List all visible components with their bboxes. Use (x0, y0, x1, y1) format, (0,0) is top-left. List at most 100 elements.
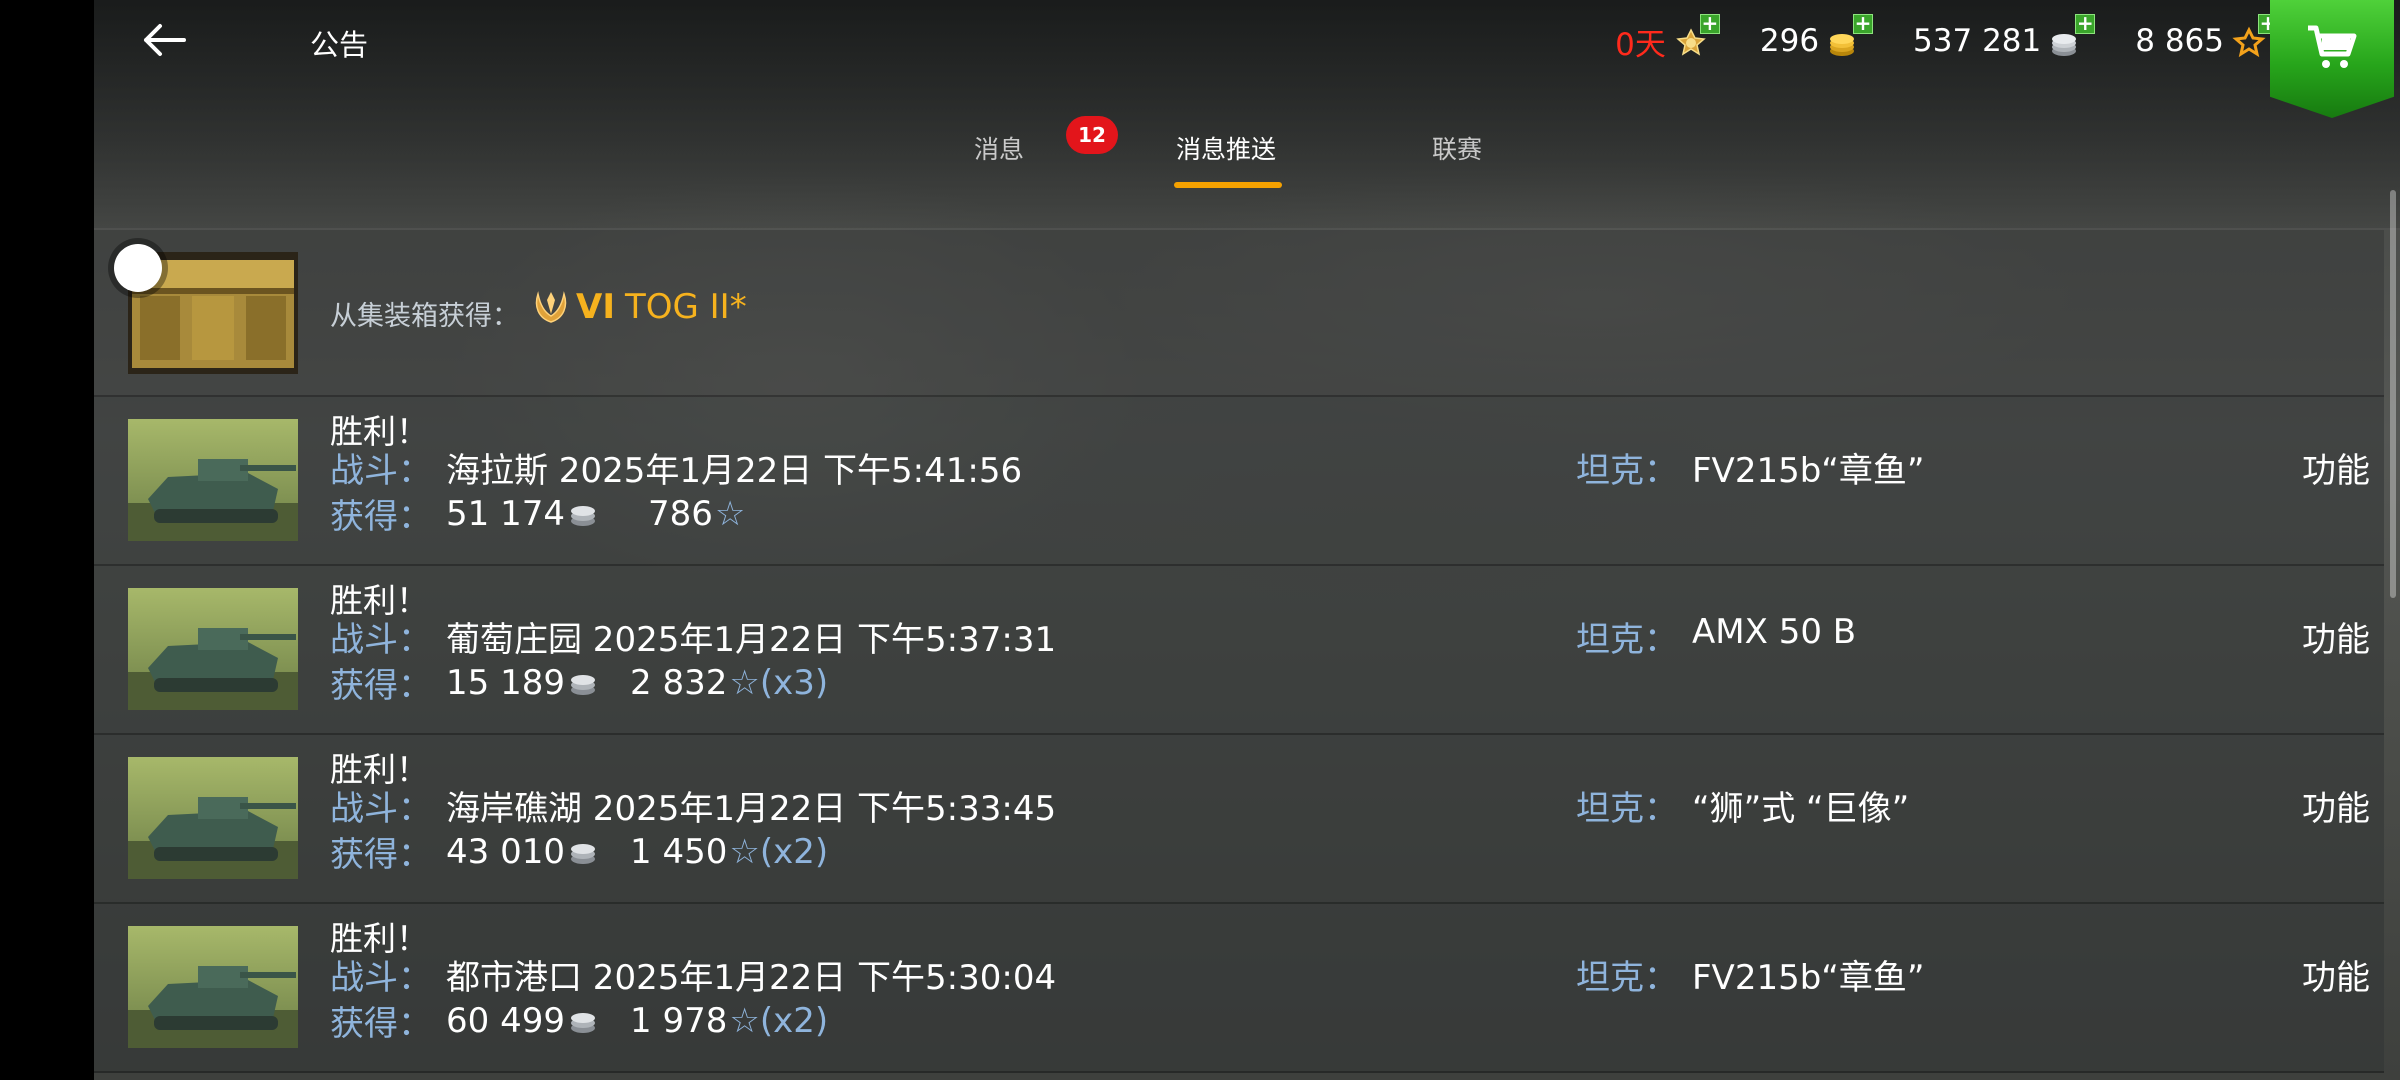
free-xp-amount: 8 865 (2135, 23, 2224, 59)
xp-value: 2 832 (630, 662, 728, 703)
xp-earned: 1 450 ☆ (x2) (630, 832, 828, 872)
tank-name: TOG II* (624, 287, 747, 327)
add-premium-icon[interactable]: + (1699, 13, 1720, 34)
earnings-label: 获得： (330, 666, 432, 706)
silver-coin-icon (570, 674, 595, 695)
reward-tank: VI TOG II* (530, 286, 747, 328)
gold-amount: 296 (1759, 23, 1820, 59)
star-icon: ☆ (729, 831, 760, 872)
battle-label: 战斗： (330, 958, 432, 998)
credits-earned: 60 499 (446, 1001, 626, 1041)
battle-info: 葡萄庄园 2025年1月22日 下午5:37:31 (446, 620, 1057, 660)
tank-label: 坦克： (1576, 958, 1678, 998)
xp-multiplier: (x3) (759, 662, 829, 703)
star-icon: ☆ (729, 1000, 760, 1041)
earnings-line: 获得： 60 499 1 978 ☆ (x2) (330, 996, 828, 1045)
earnings-label: 获得： (330, 835, 432, 875)
silver-coin-icon (570, 843, 595, 864)
tank-tier: VI (576, 287, 615, 327)
list-item-box-reward[interactable]: 从集装箱获得： VI TOG II* (94, 230, 2384, 397)
credits-value: 60 499 (446, 1000, 565, 1041)
laurel-emblem-icon (535, 291, 567, 323)
function-button[interactable]: 功能 (2302, 950, 2370, 999)
premium-icon: + (1672, 13, 1720, 62)
currency-bar: 0天 + 296 + 537 281 + 8 865 + (1569, 13, 2278, 68)
xp-multiplier: (x2) (759, 831, 829, 872)
xp-multiplier: (x2) (759, 1000, 829, 1041)
scrollbar[interactable] (2390, 190, 2396, 598)
earnings-label: 获得： (330, 497, 432, 537)
active-tab-indicator (1174, 182, 1282, 188)
list-item-battle[interactable]: 胜利！ 战斗： 海拉斯 2025年1月22日 下午5:41:56 获得： 51 … (94, 397, 2384, 566)
premium-account[interactable]: 0天 + (1615, 13, 1720, 64)
unread-badge: 12 (1066, 116, 1118, 154)
list-item-battle[interactable]: 胜利！ 战斗： 海岸礁湖 2025年1月22日 下午5:33:45 获得： 43… (94, 735, 2384, 904)
function-button[interactable]: 功能 (2302, 781, 2370, 830)
selection-indicator[interactable] (114, 244, 162, 292)
credits-amount: 537 281 (1913, 23, 2042, 59)
battle-info: 海拉斯 2025年1月22日 下午5:41:56 (446, 451, 1023, 491)
battle-label: 战斗： (330, 620, 432, 660)
credits-value: 43 010 (446, 831, 565, 872)
battle-line: 战斗： 海拉斯 2025年1月22日 下午5:41:56 (330, 443, 1022, 492)
tank-thumbnail (128, 757, 298, 879)
tab-push-notifications[interactable]: 消息推送 (1176, 130, 1276, 166)
notification-list: 从集装箱获得： VI TOG II* 胜利！ 战斗： 海拉斯 2025年1月22… (94, 230, 2384, 1073)
silver-coin-icon (570, 505, 595, 526)
battle-label: 战斗： (330, 789, 432, 829)
arrow-left-icon (144, 24, 186, 56)
star-icon: ☆ (729, 662, 760, 703)
battle-line: 战斗： 都市港口 2025年1月22日 下午5:30:04 (330, 950, 1056, 999)
function-button[interactable]: 功能 (2302, 443, 2370, 492)
screen-left-edge (0, 0, 94, 1080)
credits-balance[interactable]: 537 281 + (1913, 13, 2096, 62)
silver-coin-icon (570, 1012, 595, 1033)
box-reward-label: 从集装箱获得： (330, 301, 519, 332)
earnings-label: 获得： (330, 1004, 432, 1044)
tank-label: 坦克： (1576, 789, 1678, 829)
credits-earned: 15 189 (446, 663, 626, 703)
earnings-line: 获得： 15 189 2 832 ☆ (x3) (330, 658, 828, 707)
credits-value: 15 189 (446, 662, 565, 703)
xp-earned: 1 978 ☆ (x2) (630, 1001, 828, 1041)
tank-thumbnail (128, 588, 298, 710)
premium-days: 0天 (1615, 26, 1666, 63)
back-button[interactable] (140, 18, 188, 62)
battle-label: 战斗： (330, 451, 432, 491)
battle-info: 都市港口 2025年1月22日 下午5:30:04 (446, 958, 1057, 998)
credits-value: 51 174 (446, 493, 565, 534)
xp-value: 1 978 (630, 1000, 728, 1041)
star-icon: ☆ (714, 493, 746, 534)
earnings-line: 获得： 51 174 786 ☆ (330, 489, 745, 538)
list-item-battle[interactable]: 胜利！ 战斗： 葡萄庄园 2025年1月22日 下午5:37:31 获得： 15… (94, 566, 2384, 735)
list-item-battle[interactable]: 胜利！ 战斗： 都市港口 2025年1月22日 下午5:30:04 获得： 60… (94, 904, 2384, 1073)
xp-value: 1 450 (630, 831, 728, 872)
battle-line: 战斗： 海岸礁湖 2025年1月22日 下午5:33:45 (330, 781, 1056, 830)
shopping-cart-icon (2308, 25, 2357, 68)
tab-messages[interactable]: 消息 (974, 130, 1024, 166)
top-bar: 公告 0天 + 296 + 537 281 + 8 865 + (94, 0, 2400, 118)
tab-league[interactable]: 联赛 (1432, 130, 1482, 166)
gold-balance[interactable]: 296 + (1759, 13, 1874, 62)
battle-info: 海岸礁湖 2025年1月22日 下午5:33:45 (446, 789, 1057, 829)
gold-coin-icon: + (1825, 13, 1874, 62)
free-xp-balance[interactable]: 8 865 + (2135, 13, 2278, 62)
add-credits-icon[interactable]: + (2075, 13, 2096, 34)
page-title: 公告 (310, 28, 369, 62)
tank-label: 坦克： (1576, 451, 1678, 491)
tank-name: FV215b“章鱼” (1692, 958, 1925, 998)
tank-name: AMX 50 B (1692, 612, 1857, 652)
tank-name: FV215b“章鱼” (1692, 451, 1925, 491)
xp-earned: 2 832 ☆ (x3) (630, 663, 828, 703)
xp-value: 786 (648, 493, 713, 534)
earnings-line: 获得： 43 010 1 450 ☆ (x2) (330, 827, 828, 876)
add-gold-icon[interactable]: + (1853, 13, 1874, 34)
function-button[interactable]: 功能 (2302, 612, 2370, 661)
tank-label: 坦克： (1576, 620, 1678, 660)
tank-thumbnail (128, 926, 298, 1048)
credits-earned: 43 010 (446, 832, 626, 872)
xp-earned: 786 ☆ (648, 494, 745, 534)
star-icon: + (2230, 13, 2278, 62)
tank-thumbnail (128, 419, 298, 541)
tank-name: “狮”式 “巨像” (1692, 789, 1910, 829)
